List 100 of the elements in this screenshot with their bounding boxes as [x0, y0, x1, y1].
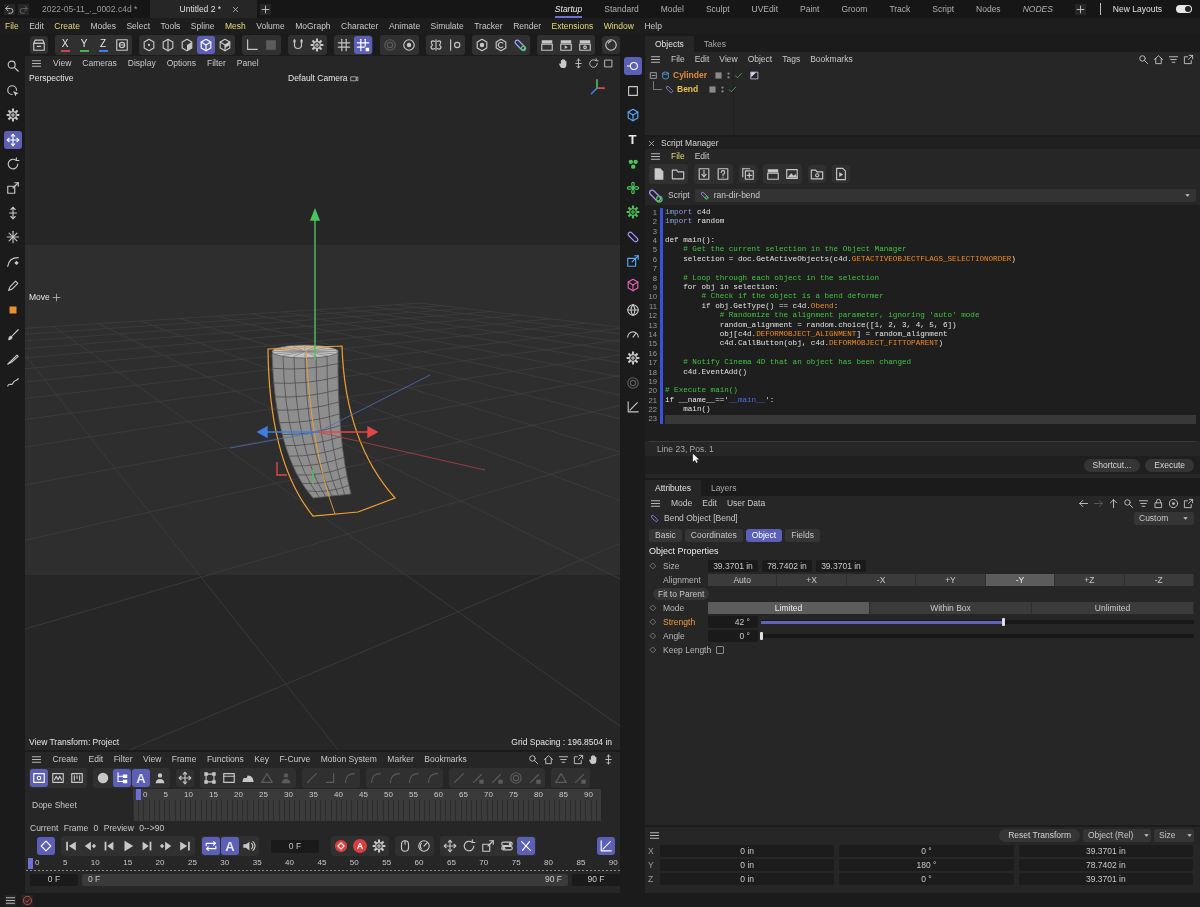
target-icon[interactable]: [1168, 497, 1179, 509]
segment-option[interactable]: -X: [846, 574, 917, 586]
panel-tab[interactable]: Objects: [645, 36, 694, 52]
layout-tab[interactable]: Track: [889, 0, 911, 18]
graph-axes-icon[interactable]: [597, 837, 615, 855]
letter-tool-button[interactable]: A: [221, 837, 239, 855]
gear-icon[interactable]: [370, 837, 388, 855]
check-circle-icon[interactable]: [22, 894, 33, 906]
menu-item[interactable]: Create: [54, 21, 80, 31]
half-filled-square-icon[interactable]: [750, 70, 759, 80]
number-field[interactable]: 0 in: [660, 845, 835, 857]
number-field[interactable]: 78.7402 in: [762, 560, 812, 572]
fit-button[interactable]: Fit to Parent: [653, 588, 710, 600]
menu-item[interactable]: Help: [644, 21, 662, 31]
object-name[interactable]: Bend: [677, 84, 701, 94]
segment-option[interactable]: Limited: [708, 602, 870, 614]
circle-box-icon[interactable]: [30, 769, 48, 787]
menu-item[interactable]: MoGraph: [295, 21, 331, 31]
menu-item[interactable]: Filter: [206, 58, 226, 68]
range-bar[interactable]: 0 F 90 F: [82, 873, 568, 886]
menu-item[interactable]: Animate: [388, 21, 421, 31]
menu-item[interactable]: Panel: [236, 58, 259, 68]
camera-name[interactable]: Default Camera: [288, 74, 348, 83]
menu-item[interactable]: Volume: [256, 21, 285, 31]
menu-item[interactable]: Simulate: [430, 21, 464, 31]
menu-item[interactable]: View: [719, 54, 738, 64]
menu-item[interactable]: Create: [52, 755, 78, 764]
search-icon[interactable]: [1123, 497, 1134, 509]
menu-item[interactable]: Select: [126, 21, 150, 31]
menu-item[interactable]: Motion System: [320, 755, 377, 764]
menu-item[interactable]: Edit: [29, 21, 44, 31]
check-mark-icon[interactable]: [728, 84, 737, 94]
size-mode-dropdown[interactable]: Size: [1154, 829, 1194, 842]
segment-option[interactable]: +Z: [1055, 574, 1125, 586]
coordinate-mode-dropdown[interactable]: Object (Rel): [1083, 829, 1151, 842]
menu-item[interactable]: Options: [166, 58, 196, 68]
file-tab[interactable]: Untitled 2 *: [150, 0, 258, 18]
slider-thumb[interactable]: [1002, 618, 1006, 626]
segment-option[interactable]: +Y: [916, 574, 986, 586]
menu-item[interactable]: Functions: [206, 755, 244, 764]
menu-item[interactable]: File: [671, 54, 685, 64]
number-field[interactable]: 42 °: [708, 616, 758, 628]
letter-tool-button[interactable]: A: [132, 769, 150, 787]
menu-item[interactable]: Edit: [702, 498, 717, 508]
tray-icon[interactable]: [30, 36, 48, 54]
layout-tab[interactable]: Script: [932, 0, 955, 18]
folder-search-icon[interactable]: [808, 165, 826, 183]
layout-tab[interactable]: Standard: [604, 0, 639, 18]
number-field[interactable]: 39.3701 in: [708, 560, 758, 572]
layout-tab[interactable]: NODES: [1022, 0, 1053, 18]
action-button[interactable]: Shortcut...: [1083, 458, 1141, 472]
number-field[interactable]: 39.3701 in: [1018, 845, 1193, 857]
slider-track[interactable]: [761, 631, 1194, 641]
menu-item[interactable]: Extensions: [551, 21, 594, 31]
object-name[interactable]: Cylinder: [673, 70, 707, 80]
record-icon[interactable]: [332, 837, 350, 855]
auto-key-button[interactable]: A: [351, 837, 369, 855]
hand-icon[interactable]: [588, 754, 599, 765]
menu-item[interactable]: Window: [603, 21, 634, 31]
menu-item[interactable]: File: [671, 151, 685, 161]
deformer-cage-drawing[interactable]: [267, 345, 396, 517]
scale-icon[interactable]: [479, 837, 497, 855]
axis-lock-button[interactable]: X: [56, 36, 74, 54]
keyframe-track[interactable]: [133, 800, 601, 821]
menu-item[interactable]: View: [143, 755, 162, 764]
search-icon[interactable]: [1138, 53, 1149, 65]
external-link-icon[interactable]: [1183, 53, 1194, 65]
reset-transform-button[interactable]: Reset Transform: [999, 829, 1080, 842]
menu-item[interactable]: Render: [513, 21, 542, 31]
segment-option[interactable]: +X: [777, 574, 847, 586]
code-editor[interactable]: [645, 205, 1200, 441]
file-tab[interactable]: 2022-05-11_._0002.c4d *: [32, 0, 148, 18]
script-dropdown[interactable]: ran-dir-bend: [694, 188, 1196, 202]
home-icon[interactable]: [543, 754, 554, 765]
menu-item[interactable]: F-Curve: [279, 755, 311, 764]
menu-item[interactable]: Object: [747, 54, 773, 64]
filled-square-icon[interactable]: [714, 70, 723, 80]
layout-tab[interactable]: Groom: [841, 0, 868, 18]
axis-lock-button[interactable]: Y: [75, 36, 93, 54]
sphere-outline-icon[interactable]: [602, 36, 620, 54]
rotate-arrow-icon[interactable]: [588, 57, 599, 69]
menu-item[interactable]: Key: [254, 755, 269, 764]
number-field[interactable]: 0 in: [660, 873, 835, 885]
panel-tab[interactable]: Layers: [700, 480, 747, 496]
home-icon[interactable]: [1153, 53, 1164, 65]
cross-lines-icon[interactable]: [517, 837, 535, 855]
menu-item[interactable]: Tools: [160, 21, 181, 31]
toggle-switch[interactable]: [1176, 5, 1192, 13]
layout-tab[interactable]: Sculpt: [705, 0, 730, 18]
menu-icon[interactable]: [5, 894, 16, 906]
segment-option[interactable]: Within Box: [870, 602, 1032, 614]
external-link-icon[interactable]: [573, 754, 584, 765]
grid-lock-icon[interactable]: [354, 36, 372, 54]
time-ruler[interactable]: 0 5 10 15 20 25 30 35 40 45 50 55 60 65 70 75 80 85 90: [25, 857, 620, 873]
axis-lock-button[interactable]: Z: [94, 36, 112, 54]
menu-item[interactable]: Mode: [671, 498, 693, 508]
collapse-box-icon[interactable]: [649, 70, 658, 80]
number-field[interactable]: 180 °: [839, 859, 1014, 871]
layout-tab[interactable]: UVEdit: [751, 0, 778, 18]
tab[interactable]: Basic: [649, 528, 682, 542]
